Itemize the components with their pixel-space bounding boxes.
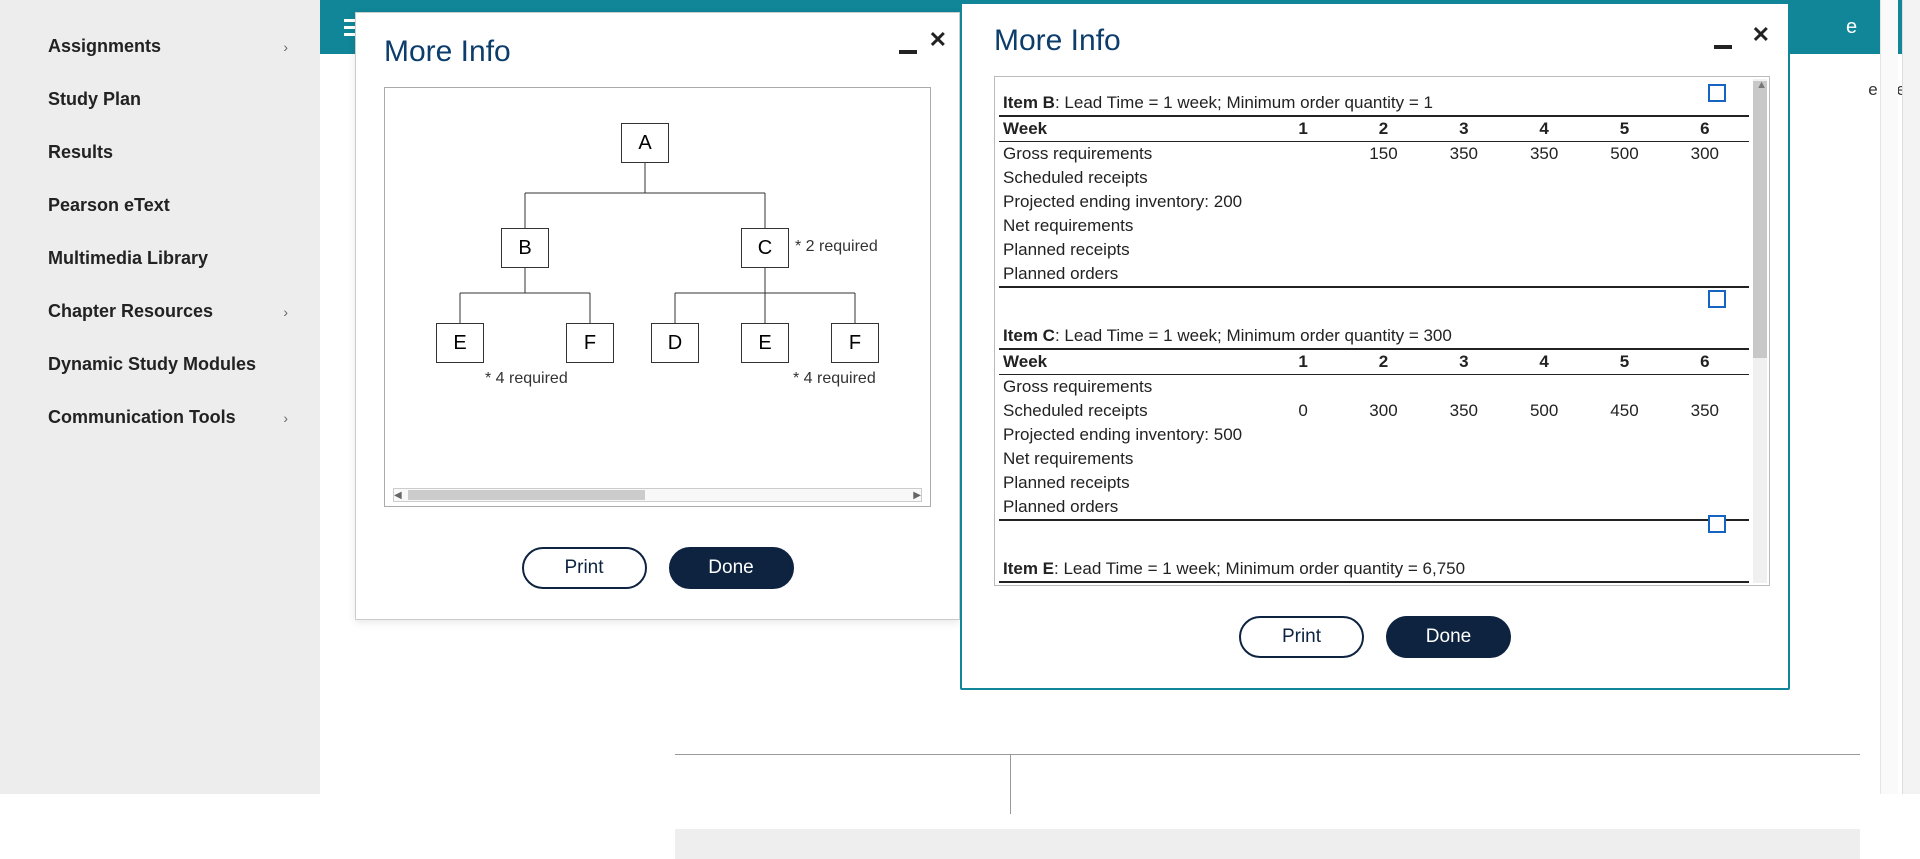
done-button[interactable]: Done [1386, 616, 1511, 658]
copy-icon[interactable] [1709, 516, 1723, 530]
sidebar-item-label: Multimedia Library [48, 248, 208, 269]
sidebar-item-results[interactable]: Results [0, 126, 320, 179]
net-requirements-row: Net requirements [999, 447, 1749, 471]
scheduled-receipts-row: Scheduled receipts 0 300 350 500 450 350 [999, 399, 1749, 423]
sidebar-item-label: Results [48, 142, 113, 163]
tree-diagram-box: A B C * 2 required E F D E F * 4 require… [384, 87, 931, 507]
left-sidebar: Assignments › Study Plan Results Pearson… [0, 0, 320, 794]
tree-node-f2: F [831, 323, 879, 363]
sidebar-item-label: Communication Tools [48, 407, 236, 428]
sidebar-item-label: Chapter Resources [48, 301, 213, 322]
sidebar-item-multimedia[interactable]: Multimedia Library [0, 232, 320, 285]
footer-strip [675, 829, 1860, 859]
tree-node-f: F [566, 323, 614, 363]
modal-title: More Info [356, 35, 959, 87]
minimize-icon[interactable] [899, 33, 917, 54]
planned-orders-row: Planned orders [999, 495, 1749, 521]
week-header-row: Week 1 2 3 4 5 6 [999, 581, 1749, 586]
scroll-left-icon[interactable]: ◀ [394, 490, 402, 501]
projected-inventory-row: Projected ending inventory: 500 [999, 423, 1749, 447]
annotation-left: * 4 required [485, 370, 568, 388]
tree-node-c: C [741, 228, 789, 268]
print-button[interactable]: Print [1239, 616, 1364, 658]
gross-requirements-row: Gross requirements [999, 375, 1749, 399]
sidebar-item-study-plan[interactable]: Study Plan [0, 73, 320, 126]
vertical-scrollbar[interactable] [1753, 79, 1767, 583]
scroll-up-icon[interactable]: ▲ [1756, 79, 1767, 91]
copy-icon[interactable] [1709, 85, 1723, 99]
minimize-icon[interactable] [1714, 28, 1732, 49]
copy-icon[interactable] [1709, 291, 1723, 305]
sidebar-item-dynamic-study[interactable]: Dynamic Study Modules [0, 338, 320, 391]
item-b-block: Item B: Lead Time = 1 week; Minimum orde… [999, 91, 1749, 288]
item-c-header: Item C: Lead Time = 1 week; Minimum orde… [999, 324, 1749, 348]
print-button[interactable]: Print [522, 547, 647, 589]
gross-requirements-row: Gross requirements 150 350 350 500 300 [999, 142, 1749, 166]
tree-node-a: A [621, 123, 669, 163]
item-e-block: Item E: Lead Time = 1 week; Minimum orde… [999, 557, 1749, 586]
modal-title: More Info [962, 4, 1788, 68]
week-header-row: Week 1 2 3 4 5 6 [999, 348, 1749, 375]
sidebar-item-pearson-etext[interactable]: Pearson eText [0, 179, 320, 232]
annotation-c: * 2 required [795, 238, 878, 256]
sidebar-item-communication[interactable]: Communication Tools › [0, 391, 320, 444]
sidebar-item-label: Assignments [48, 36, 161, 57]
scroll-right-icon[interactable]: ▶ [913, 490, 921, 501]
done-button[interactable]: Done [669, 547, 794, 589]
more-info-modal-table: More Info ▲ Item B: Lead Time = 1 week; … [960, 0, 1790, 690]
chevron-right-icon: › [283, 39, 288, 55]
divider [675, 754, 1860, 755]
mrp-table-scroll: ▲ Item B: Lead Time = 1 week; Minimum or… [994, 76, 1770, 586]
tree-node-b: B [501, 228, 549, 268]
close-icon[interactable] [1752, 18, 1770, 49]
sidebar-item-label: Study Plan [48, 89, 141, 110]
tree-node-d: D [651, 323, 699, 363]
sidebar-item-assignments[interactable]: Assignments › [0, 20, 320, 73]
planned-receipts-row: Planned receipts [999, 238, 1749, 262]
planned-orders-row: Planned orders [999, 262, 1749, 288]
scrollbar-thumb[interactable] [408, 490, 645, 500]
item-c-block: Item C: Lead Time = 1 week; Minimum orde… [999, 324, 1749, 521]
tree-node-e2: E [741, 323, 789, 363]
planned-receipts-row: Planned receipts [999, 471, 1749, 495]
divider [1010, 754, 1011, 814]
scrollbar-thumb[interactable] [1753, 81, 1767, 358]
horizontal-scrollbar[interactable]: ◀ ▶ [393, 488, 922, 502]
close-icon[interactable] [929, 23, 947, 54]
week-header-row: Week 1 2 3 4 5 6 [999, 115, 1749, 142]
page-scrollbar[interactable] [1880, 0, 1898, 794]
chevron-right-icon: › [283, 304, 288, 320]
item-b-header: Item B: Lead Time = 1 week; Minimum orde… [999, 91, 1749, 115]
projected-inventory-row: Projected ending inventory: 200 [999, 190, 1749, 214]
net-requirements-row: Net requirements [999, 214, 1749, 238]
more-info-modal-tree: More Info A B C * 2 required E [355, 12, 960, 620]
sidebar-item-chapter-resources[interactable]: Chapter Resources › [0, 285, 320, 338]
item-e-header: Item E: Lead Time = 1 week; Minimum orde… [999, 557, 1749, 581]
sidebar-item-label: Pearson eText [48, 195, 170, 216]
sidebar-item-label: Dynamic Study Modules [48, 354, 256, 375]
annotation-right: * 4 required [793, 370, 876, 388]
page-scrollbar[interactable] [1902, 0, 1920, 794]
chevron-right-icon: › [283, 410, 288, 426]
scheduled-receipts-row: Scheduled receipts [999, 166, 1749, 190]
tree-node-e: E [436, 323, 484, 363]
